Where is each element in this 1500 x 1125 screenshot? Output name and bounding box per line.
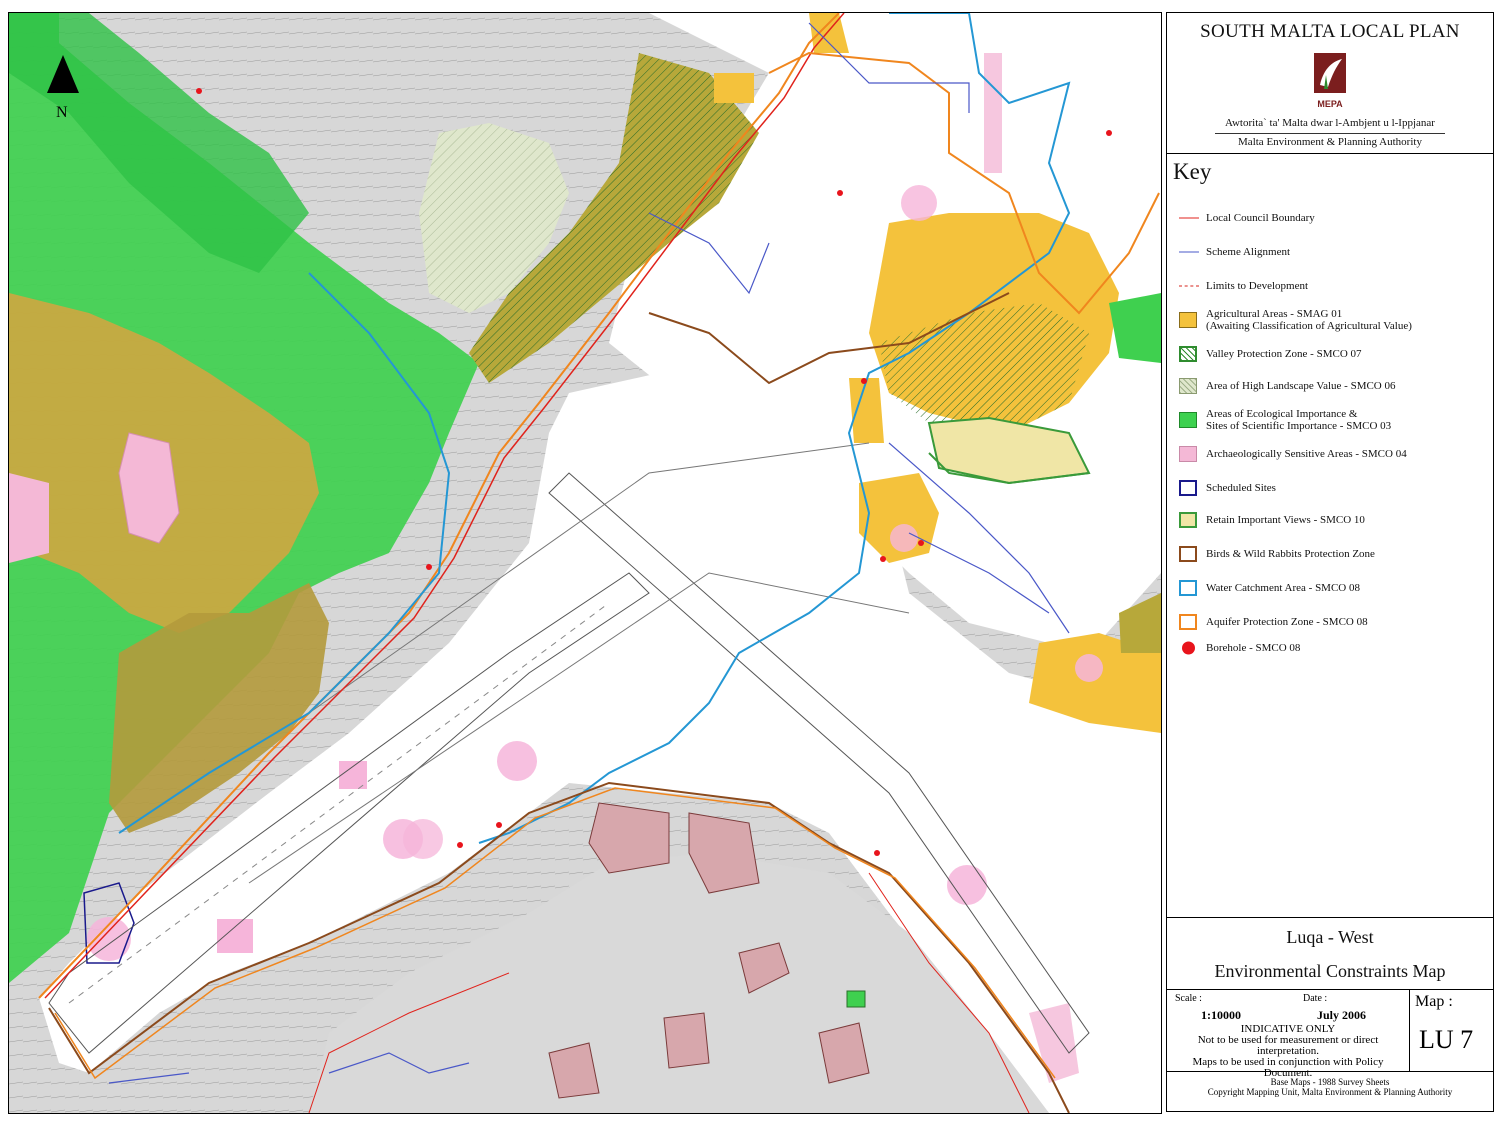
footer-divider — [1167, 1071, 1493, 1072]
legend-item-landscape-value: Area of High Landscape Value - SMCO 06 — [1167, 371, 1493, 401]
archaeological-circle-8 — [890, 524, 918, 552]
water-catchment-swatch — [1179, 580, 1197, 596]
indicative-line-1: Not to be used for measurement or direct… — [1197, 1034, 1379, 1057]
borehole-4 — [496, 822, 502, 828]
legend-label: Birds & Wild Rabbits Protection Zone — [1206, 548, 1375, 560]
legend-label: Retain Important Views - SMCO 10 — [1206, 514, 1365, 526]
logo-text: MEPA — [1317, 99, 1343, 109]
scheduled-site-4 — [663, 1012, 710, 1069]
archaeological-area-west-2 — [9, 473, 49, 563]
borehole-icon — [1182, 641, 1195, 655]
legend-label: Local Council Boundary — [1206, 212, 1315, 224]
legend-label: Areas of Ecological Importance & Sites of… — [1206, 408, 1392, 432]
footer-line-1: Base Maps - 1988 Survey Sheets — [1270, 1077, 1390, 1087]
legend-label: Scheme Alignment — [1206, 246, 1291, 258]
borehole-1 — [196, 88, 202, 94]
archaeological-circle-5 — [1075, 654, 1103, 682]
legend-label: Water Catchment Area - SMCO 08 — [1206, 582, 1360, 594]
legend-item-valley-protection: Valley Protection Zone - SMCO 07 — [1167, 339, 1493, 369]
archaeological-area-west — [118, 432, 180, 544]
legend-item-birds-rabbits: Birds & Wild Rabbits Protection Zone — [1167, 539, 1493, 569]
map-number-label: Map : — [1415, 993, 1453, 1010]
scheme-alignment-swatch — [1179, 251, 1199, 253]
legend-label: Scheduled Sites — [1206, 482, 1276, 494]
agricultural-swatch — [1179, 312, 1197, 328]
north-label: N — [56, 104, 68, 121]
borehole-2 — [426, 564, 432, 570]
scale-label: Scale : — [1175, 993, 1202, 1004]
borehole-7 — [918, 540, 924, 546]
authority-english: Malta Environment & Planning Authority — [1238, 136, 1422, 148]
legend-label: Aquifer Protection Zone - SMCO 08 — [1206, 616, 1368, 628]
archaeological-square-2 — [217, 919, 253, 953]
legend-item-borehole: Borehole - SMCO 08 — [1167, 633, 1493, 663]
borehole-8 — [874, 850, 880, 856]
borehole-5 — [837, 190, 843, 196]
header-divider — [1167, 153, 1493, 154]
agricultural-small-1 — [849, 378, 884, 443]
date-value: July 2006 — [1317, 1008, 1367, 1022]
council-boundary-swatch — [1179, 217, 1199, 219]
legend-item-agricultural: Agricultural Areas - SMAG 01 (Awaiting Cl… — [1167, 305, 1493, 335]
date-label: Date : — [1303, 993, 1328, 1004]
legend-label: Agricultural Areas - SMAG 01 (Awaiting Cl… — [1206, 308, 1412, 332]
legend-label: Archaeologically Sensitive Areas - SMCO … — [1206, 448, 1407, 460]
legend-item-ecological: Areas of Ecological Importance & Sites of… — [1167, 405, 1493, 435]
legend-item-archaeological: Archaeologically Sensitive Areas - SMCO … — [1167, 439, 1493, 469]
borehole-3 — [457, 842, 463, 848]
legend-item-council-boundary: Local Council Boundary — [1167, 203, 1493, 233]
map-title: Environmental Constraints Map — [1214, 961, 1446, 981]
limits-development-swatch — [1179, 285, 1199, 287]
legend-item-water-catchment: Water Catchment Area - SMCO 08 — [1167, 573, 1493, 603]
mepa-logo-icon: MEPA — [1314, 53, 1346, 109]
archaeological-circle-7 — [901, 185, 937, 221]
key-title: Key — [1173, 159, 1212, 184]
locality-name: Luqa - West — [1286, 927, 1374, 947]
ecological-swatch — [1179, 412, 1197, 428]
legend-item-limits-development: Limits to Development — [1167, 271, 1493, 301]
aquifer-swatch — [1179, 614, 1197, 630]
scheduled-sites-swatch — [1179, 480, 1197, 496]
archaeological-circle-3 — [403, 819, 443, 859]
birds-rabbits-swatch — [1179, 546, 1197, 562]
archaeological-strip-north — [984, 53, 1002, 173]
scale-value: 1:10000 — [1201, 1008, 1241, 1022]
map-number: LU 7 — [1419, 1025, 1474, 1054]
legend-label: Area of High Landscape Value - SMCO 06 — [1206, 380, 1396, 392]
plan-title: SOUTH MALTA LOCAL PLAN — [1200, 21, 1460, 42]
indicative-line-2: Maps to be used in conjunction with Poli… — [1192, 1056, 1384, 1079]
borehole-10 — [861, 378, 867, 384]
legend-label: Valley Protection Zone - SMCO 07 — [1206, 348, 1362, 360]
borehole-6 — [880, 556, 886, 562]
footer-line-2: Copyright Mapping Unit, Malta Environmen… — [1207, 1087, 1453, 1097]
borehole-9 — [1106, 130, 1112, 136]
authority-divider — [1215, 133, 1445, 134]
legend-item-scheduled-sites: Scheduled Sites — [1167, 473, 1493, 503]
legend-item-important-views: Retain Important Views - SMCO 10 — [1167, 505, 1493, 535]
important-views-swatch — [1179, 512, 1197, 528]
title-divider — [1167, 917, 1493, 918]
valley-protection-swatch — [1179, 346, 1197, 362]
footer: Base Maps - 1988 Survey Sheets Copyright… — [1167, 1077, 1493, 1097]
map-canvas[interactable]: N — [8, 12, 1162, 1114]
legend-item-scheme-alignment: Scheme Alignment — [1167, 237, 1493, 267]
landscape-value-swatch — [1179, 378, 1197, 394]
archaeological-circle-1 — [497, 741, 537, 781]
legend-label: Borehole - SMCO 08 — [1206, 642, 1301, 654]
agricultural-small-2 — [714, 73, 754, 103]
archaeological-swatch — [1179, 446, 1197, 462]
info-box: Scale : Date : 1:10000 July 2006 INDICAT… — [1167, 989, 1410, 1079]
legend-panel: SOUTH MALTA LOCAL PLAN MEPA Awtorita` ta… — [1166, 12, 1494, 1112]
legend-label: Limits to Development — [1206, 280, 1309, 292]
eco-site-small — [846, 990, 866, 1008]
authority-maltese: Awtorita` ta' Malta dwar l-Ambjent u l-I… — [1225, 117, 1435, 129]
